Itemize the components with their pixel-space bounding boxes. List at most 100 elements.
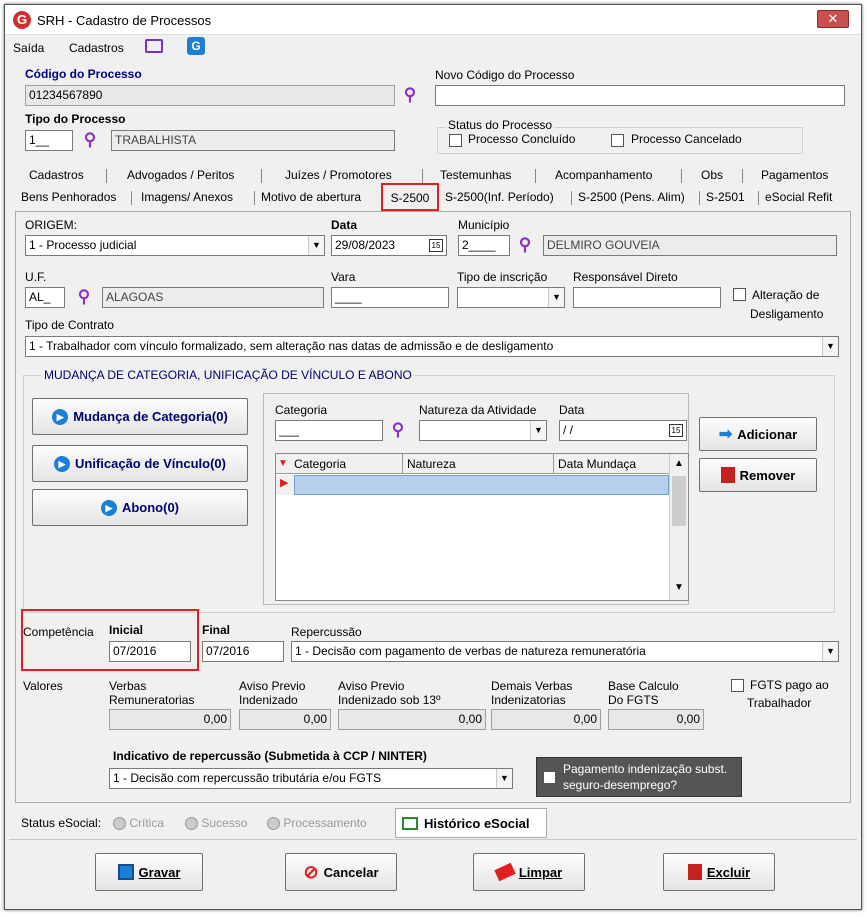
responsavel-field[interactable] xyxy=(573,287,721,308)
radio-icon[interactable] xyxy=(267,817,280,831)
aviso13-field[interactable]: 0,00 xyxy=(338,709,486,730)
search-categoria-icon[interactable]: ⚲ xyxy=(389,421,407,439)
tab-esocial-refit[interactable]: eSocial Refit xyxy=(761,188,836,208)
tab-s2500[interactable]: S-2500 xyxy=(381,183,439,211)
contrato-select[interactable]: 1 - Trabalhador com vínculo formalizado,… xyxy=(25,336,839,357)
pagamento-indenizacao-box[interactable]: Pagamento indenização subst. seguro-dese… xyxy=(536,757,742,797)
chevron-down-icon[interactable]: ▼ xyxy=(674,582,684,593)
chevron-down-icon[interactable]: ▼ xyxy=(308,236,324,255)
cancelar-button[interactable]: ⊘ Cancelar xyxy=(285,853,397,891)
final-field[interactable]: 07/2016 xyxy=(202,641,284,662)
fgts-checkbox[interactable] xyxy=(731,679,744,692)
alteracao-checkbox[interactable] xyxy=(733,288,746,301)
unificacao-vinculo-button[interactable]: ▶ Unificação de Vínculo(0) xyxy=(32,445,248,482)
uf-label: U.F. xyxy=(25,270,47,284)
novo-codigo-field[interactable] xyxy=(435,85,845,106)
calendar-icon[interactable]: 15 xyxy=(669,424,683,437)
tab-s2500-inf-periodo[interactable]: S-2500(Inf. Período) xyxy=(441,188,558,208)
chevron-down-icon[interactable]: ▼ xyxy=(530,421,546,440)
cancelado-checkbox[interactable] xyxy=(611,134,624,147)
limpar-button[interactable]: Limpar xyxy=(473,853,585,891)
mudanca-data-field[interactable]: / / 15 xyxy=(559,420,687,441)
search-municipio-icon[interactable]: ⚲ xyxy=(516,236,534,254)
remover-button[interactable]: Remover xyxy=(699,458,817,492)
menu-cadastros[interactable]: Cadastros xyxy=(69,41,124,55)
tab-juizes[interactable]: Juízes / Promotores xyxy=(281,166,396,186)
chevron-down-icon[interactable]: ▼ xyxy=(822,337,838,356)
codigo-field[interactable]: 01234567890 xyxy=(25,85,395,106)
monitor-icon[interactable] xyxy=(145,39,163,53)
radio-critica[interactable]: Crítica xyxy=(113,816,164,831)
search-codigo-icon[interactable]: ⚲ xyxy=(401,86,419,104)
search-tipo-icon[interactable]: ⚲ xyxy=(81,131,99,149)
tab-advogados[interactable]: Advogados / Peritos xyxy=(123,166,238,186)
base-label-1: Base Calculo xyxy=(608,679,679,693)
categoria-field[interactable]: ___ xyxy=(275,420,383,441)
aviso-field[interactable]: 0,00 xyxy=(239,709,331,730)
chevron-down-icon[interactable]: ▼ xyxy=(548,288,564,307)
municipio-code-field[interactable]: 2____ xyxy=(458,235,510,256)
chevron-up-icon[interactable]: ▲ xyxy=(674,458,684,469)
chevron-down-icon[interactable]: ▼ xyxy=(496,769,512,788)
grid-scrollbar[interactable]: ▲ ▼ xyxy=(669,454,688,600)
pagamento-checkbox[interactable] xyxy=(543,771,556,784)
tab-acompanhamento[interactable]: Acompanhamento xyxy=(551,166,656,186)
tab-cadastros[interactable]: Cadastros xyxy=(25,166,88,186)
tab-s2501[interactable]: S-2501 xyxy=(702,188,749,208)
calendar-icon[interactable]: 15 xyxy=(429,239,443,252)
menu-saida[interactable]: Saída xyxy=(13,41,44,55)
tab-bens-penhorados[interactable]: Bens Penhorados xyxy=(17,188,120,208)
main-window: G SRH - Cadastro de Processos ✕ Saída Ca… xyxy=(4,4,862,910)
title-bar: G SRH - Cadastro de Processos ✕ xyxy=(5,5,861,35)
cancelado-label: Processo Cancelado xyxy=(631,132,742,146)
tab-imagens-anexos[interactable]: Imagens/ Anexos xyxy=(137,188,237,208)
abono-button[interactable]: ▶ Abono(0) xyxy=(32,489,248,526)
tab-testemunhas[interactable]: Testemunhas xyxy=(436,166,515,186)
grid-col-categoria[interactable]: Categoria xyxy=(294,457,346,471)
esocial-g-icon[interactable]: G xyxy=(187,37,205,55)
mudanca-categoria-button[interactable]: ▶ Mudança de Categoria(0) xyxy=(32,398,248,435)
data-field[interactable]: 29/08/2023 15 xyxy=(331,235,447,256)
grid-col-data[interactable]: Data Mundaça xyxy=(558,457,636,471)
municipio-label: Município xyxy=(458,218,510,232)
tab-motivo-abertura[interactable]: Motivo de abertura xyxy=(257,188,365,208)
radio-icon[interactable] xyxy=(185,817,198,831)
historico-esocial-tab[interactable]: Histórico eSocial xyxy=(395,808,547,838)
demais-field[interactable]: 0,00 xyxy=(491,709,601,730)
tab-pagamentos[interactable]: Pagamentos xyxy=(757,166,832,186)
uf-code-field[interactable]: AL_ xyxy=(25,287,65,308)
tab-separator xyxy=(254,191,255,205)
verbas-field[interactable]: 0,00 xyxy=(109,709,231,730)
tab-separator xyxy=(535,169,536,183)
base-field[interactable]: 0,00 xyxy=(608,709,704,730)
eraser-icon xyxy=(494,862,516,882)
tab-obs[interactable]: Obs xyxy=(697,166,727,186)
tipo-inscricao-select[interactable]: ▼ xyxy=(457,287,565,308)
table-row[interactable] xyxy=(294,475,669,495)
responsavel-label: Responsável Direto xyxy=(573,270,678,284)
chevron-down-icon[interactable]: ▼ xyxy=(822,642,838,661)
natureza-select[interactable]: ▼ xyxy=(419,420,547,441)
radio-sucesso[interactable]: Sucesso xyxy=(185,816,247,831)
play-icon: ▶ xyxy=(54,455,70,472)
excluir-button[interactable]: Excluir xyxy=(663,853,775,891)
grid-col-natureza[interactable]: Natureza xyxy=(407,457,456,471)
inicial-field[interactable]: 07/2016 xyxy=(109,641,191,662)
origem-select[interactable]: 1 - Processo judicial ▼ xyxy=(25,235,325,256)
adicionar-button[interactable]: ➡ Adicionar xyxy=(699,417,817,451)
repercussao-select[interactable]: 1 - Decisão com pagamento de verbas de n… xyxy=(291,641,839,662)
mudanca-grid[interactable]: ▼ Categoria Natureza Data Mundaça ▶ ▲ ▼ xyxy=(275,453,689,601)
gravar-button[interactable]: Gravar xyxy=(95,853,203,891)
tab-s2500-pens-alim[interactable]: S-2500 (Pens. Alim) xyxy=(574,188,689,208)
indicativo-select[interactable]: 1 - Decisão com repercussão tributária e… xyxy=(109,768,513,789)
municipio-desc-field: DELMIRO GOUVEIA xyxy=(543,235,837,256)
vara-field[interactable]: ____ xyxy=(331,287,449,308)
demais-label-2: Indenizatorias xyxy=(491,693,566,707)
radio-processamento[interactable]: Processamento xyxy=(267,816,367,831)
tipo-code-field[interactable]: 1__ xyxy=(25,130,73,151)
concluido-checkbox[interactable] xyxy=(449,134,462,147)
scrollbar-thumb[interactable] xyxy=(672,476,686,526)
search-uf-icon[interactable]: ⚲ xyxy=(75,288,93,306)
radio-icon[interactable] xyxy=(113,817,126,831)
close-button[interactable]: ✕ xyxy=(817,10,849,28)
